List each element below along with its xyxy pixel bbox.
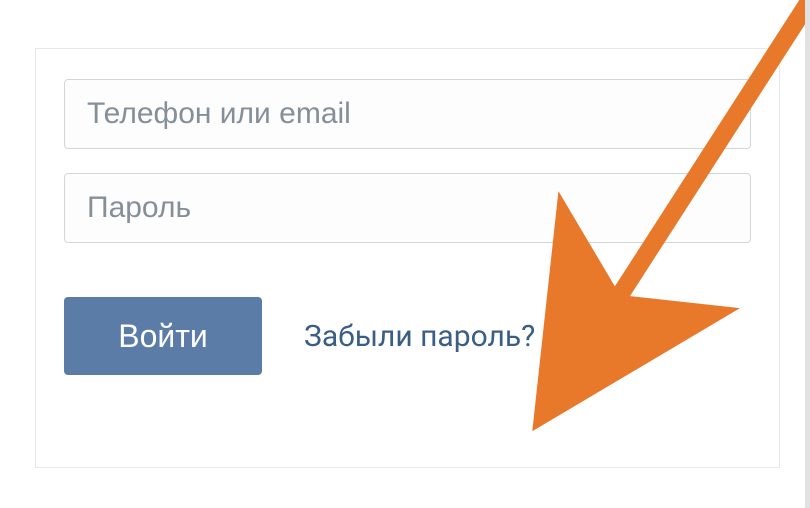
login-input[interactable] xyxy=(64,79,751,149)
login-panel: Войти Забыли пароль? xyxy=(35,48,780,468)
action-row: Войти Забыли пароль? xyxy=(64,297,751,375)
right-edge-divider xyxy=(805,0,810,508)
password-input[interactable] xyxy=(64,173,751,243)
forgot-password-link[interactable]: Забыли пароль? xyxy=(304,319,535,354)
login-button[interactable]: Войти xyxy=(64,297,262,375)
